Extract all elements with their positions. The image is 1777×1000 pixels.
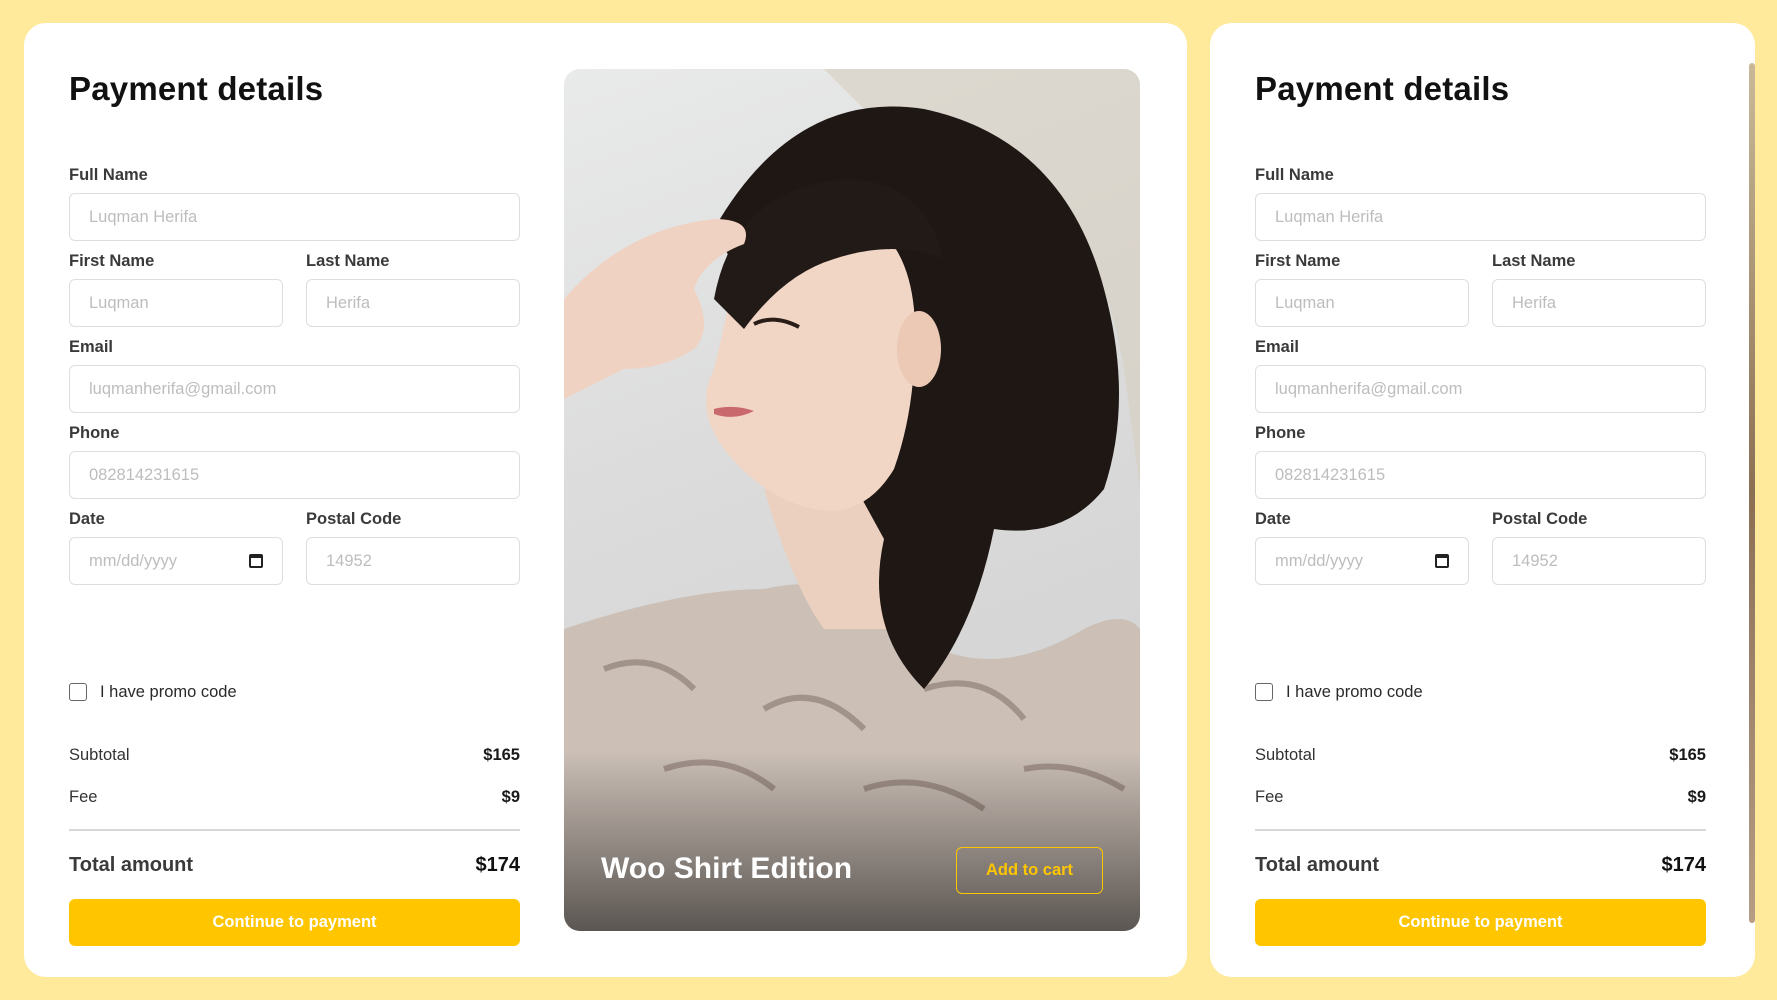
fee-value: $9 — [501, 787, 520, 806]
total-row: Total amount $174 — [69, 852, 520, 878]
phone-field: Phone 082814231615 — [69, 423, 520, 499]
first-name-placeholder: Luqman — [89, 293, 149, 312]
payment-card-main: Payment details Full Name Luqman Herifa … — [24, 23, 1187, 977]
total-label: Total amount — [1255, 853, 1380, 876]
postal-code-field: Postal Code 14952 — [1492, 509, 1706, 585]
email-field: Email luqmanherifa@gmail.com — [69, 337, 520, 413]
promo-code-option: I have promo code — [1255, 682, 1423, 702]
promo-checkbox[interactable] — [69, 683, 87, 701]
total-row: Total amount $174 — [1255, 852, 1706, 878]
first-name-label: First Name — [69, 252, 155, 270]
postal-code-input[interactable]: 14952 — [1492, 537, 1706, 585]
date-field: Date mm/dd/yyyy — [69, 509, 283, 585]
payment-form: Payment details Full Name Luqman Herifa … — [1255, 69, 1706, 946]
postal-code-placeholder: 14952 — [1512, 551, 1558, 570]
payment-form: Payment details Full Name Luqman Herifa … — [69, 69, 520, 946]
phone-input[interactable]: 082814231615 — [69, 451, 520, 499]
phone-input[interactable]: 082814231615 — [1255, 451, 1706, 499]
promo-label: I have promo code — [100, 682, 237, 701]
postal-code-label: Postal Code — [1492, 510, 1588, 528]
last-name-label: Last Name — [1492, 252, 1576, 270]
page-title: Payment details — [69, 70, 324, 107]
first-name-placeholder: Luqman — [1275, 293, 1335, 312]
full-name-placeholder: Luqman Herifa — [1275, 207, 1384, 226]
email-input[interactable]: luqmanherifa@gmail.com — [1255, 365, 1706, 413]
full-name-label: Full Name — [1255, 166, 1334, 184]
date-placeholder: mm/dd/yyyy — [1275, 551, 1364, 570]
subtotal-value: $165 — [483, 745, 520, 764]
date-placeholder: mm/dd/yyyy — [89, 551, 178, 570]
fee-value: $9 — [1687, 787, 1706, 806]
full-name-placeholder: Luqman Herifa — [89, 207, 198, 226]
continue-to-payment-button[interactable]: Continue to payment — [69, 899, 520, 946]
email-label: Email — [1255, 338, 1300, 356]
date-label: Date — [1255, 510, 1291, 528]
continue-to-payment-button[interactable]: Continue to payment — [1255, 899, 1706, 946]
email-placeholder: luqmanherifa@gmail.com — [1275, 379, 1463, 398]
last-name-input[interactable]: Herifa — [1492, 279, 1706, 327]
postal-code-label: Postal Code — [306, 510, 402, 528]
date-label: Date — [69, 510, 105, 528]
calendar-icon[interactable] — [1435, 554, 1449, 568]
date-input[interactable]: mm/dd/yyyy — [1255, 537, 1469, 585]
photo-overlay — [564, 751, 1140, 931]
postal-code-field: Postal Code 14952 — [306, 509, 520, 585]
fee-label: Fee — [1255, 787, 1284, 806]
first-name-field: First Name Luqman — [1255, 251, 1469, 327]
total-value: $174 — [1661, 853, 1707, 876]
email-input[interactable]: luqmanherifa@gmail.com — [69, 365, 520, 413]
add-to-cart-button[interactable]: Add to cart — [956, 847, 1103, 894]
phone-placeholder: 082814231615 — [1275, 465, 1386, 484]
total-value: $174 — [475, 853, 521, 876]
first-name-input[interactable]: Luqman — [69, 279, 283, 327]
postal-code-input[interactable]: 14952 — [306, 537, 520, 585]
date-field: Date mm/dd/yyyy — [1255, 509, 1469, 585]
full-name-input[interactable]: Luqman Herifa — [1255, 193, 1706, 241]
full-name-label: Full Name — [69, 166, 148, 184]
total-label: Total amount — [69, 853, 194, 876]
product-name: Woo Shirt Edition — [601, 852, 853, 885]
page-title: Payment details — [1255, 70, 1510, 107]
subtotal-value: $165 — [1669, 745, 1706, 764]
phone-field: Phone 082814231615 — [1255, 423, 1706, 499]
date-input[interactable]: mm/dd/yyyy — [69, 537, 283, 585]
payment-card-secondary: Payment details Full Name Luqman Herifa … — [1210, 23, 1755, 977]
last-name-label: Last Name — [306, 252, 390, 270]
promo-checkbox[interactable] — [1255, 683, 1273, 701]
calendar-icon[interactable] — [249, 554, 263, 568]
subtotal-label: Subtotal — [69, 745, 130, 764]
last-name-placeholder: Herifa — [326, 293, 371, 312]
fee-label: Fee — [69, 787, 98, 806]
full-name-field: Full Name Luqman Herifa — [1255, 165, 1706, 241]
promo-label: I have promo code — [1286, 682, 1423, 701]
email-placeholder: luqmanherifa@gmail.com — [89, 379, 277, 398]
fee-row: Fee $9 — [69, 787, 520, 807]
full-name-input[interactable]: Luqman Herifa — [69, 193, 520, 241]
last-name-input[interactable]: Herifa — [306, 279, 520, 327]
photo-edge-peek — [1749, 63, 1755, 923]
phone-placeholder: 082814231615 — [89, 465, 200, 484]
postal-code-placeholder: 14952 — [326, 551, 372, 570]
first-name-input[interactable]: Luqman — [1255, 279, 1469, 327]
full-name-field: Full Name Luqman Herifa — [69, 165, 520, 241]
fee-row: Fee $9 — [1255, 787, 1706, 807]
email-field: Email luqmanherifa@gmail.com — [1255, 337, 1706, 413]
first-name-field: First Name Luqman — [69, 251, 283, 327]
summary-divider — [69, 829, 520, 831]
subtotal-row: Subtotal $165 — [1255, 745, 1706, 765]
phone-label: Phone — [69, 424, 120, 442]
phone-label: Phone — [1255, 424, 1306, 442]
last-name-field: Last Name Herifa — [1492, 251, 1706, 327]
summary-divider — [1255, 829, 1706, 831]
subtotal-label: Subtotal — [1255, 745, 1316, 764]
first-name-label: First Name — [1255, 252, 1341, 270]
last-name-placeholder: Herifa — [1512, 293, 1557, 312]
subtotal-row: Subtotal $165 — [69, 745, 520, 765]
product-photo: Woo Shirt Edition Add to cart — [564, 69, 1140, 931]
promo-code-option: I have promo code — [69, 682, 237, 702]
last-name-field: Last Name Herifa — [306, 251, 520, 327]
email-label: Email — [69, 338, 114, 356]
